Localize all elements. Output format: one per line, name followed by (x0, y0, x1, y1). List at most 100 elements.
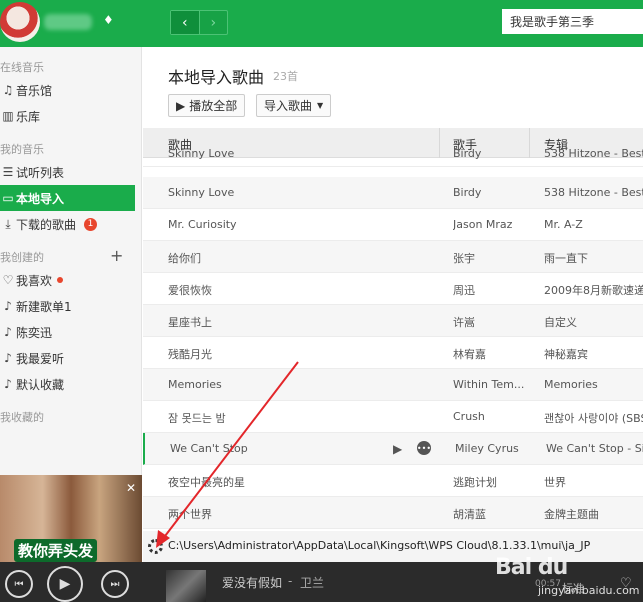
cell-artist: 胡清蓝 (453, 508, 486, 521)
username[interactable] (44, 14, 92, 30)
chevron-left-icon: ‹ (181, 14, 188, 31)
loading-spinner-icon (148, 539, 163, 554)
cell-song: 残酷月光 (168, 348, 212, 361)
sidebar-item-eason[interactable]: ♪ 陈奕迅 (0, 319, 135, 345)
watermark-site: jingyan.baidu.com (538, 584, 640, 597)
play-icon: ▶ (176, 98, 186, 113)
cell-album: 金牌主题曲 (544, 508, 599, 521)
sidebar-item-label: 下载的歌曲 (16, 217, 77, 232)
sidebar-item-music-hall[interactable]: ♫ 音乐馆 (0, 77, 135, 103)
cell-artist: 许嵩 (453, 316, 475, 329)
previous-icon: ⏮ (14, 578, 24, 590)
section-created: 我创建的 (0, 251, 44, 264)
sidebar-item-local-import[interactable]: ▭ 本地导入 (0, 185, 135, 211)
now-playing-artist[interactable]: 卫兰 (300, 574, 324, 591)
next-button[interactable]: ⏭ (101, 570, 129, 598)
table-row[interactable]: Memories Within Tem... Memories (143, 369, 643, 401)
baidu-watermark: Bai du (495, 555, 568, 580)
diamond-icon[interactable]: ♦ (103, 13, 114, 27)
list-icon: ☰ (2, 165, 14, 179)
table-row[interactable]: 星座书上 许嵩 自定义 (143, 305, 643, 337)
table-row[interactable]: Skinny Love Birdy 538 Hitzone - Best of (143, 177, 643, 209)
forward-button[interactable]: › (198, 11, 228, 34)
table-row[interactable]: 给你们 张宇 雨一直下 (143, 241, 643, 273)
cell-album: 538 Hitzone - Best of (544, 147, 643, 160)
cell-album: We Can't Stop - Sing (546, 442, 643, 455)
path-text: C:\Users\Administrator\AppData\Local\Kin… (168, 539, 591, 552)
row-play-icon[interactable]: ▶ (393, 442, 402, 456)
close-icon[interactable]: ✕ (126, 481, 136, 495)
status-path-bar: C:\Users\Administrator\AppData\Local\Kin… (143, 531, 643, 562)
sidebar-item-label: 音乐馆 (16, 83, 53, 98)
sidebar-item-label: 试听列表 (16, 165, 65, 180)
sidebar-item-library[interactable]: ▥ 乐库 (0, 103, 135, 129)
album-cover[interactable] (166, 570, 206, 602)
section-collected: 我收藏的 (0, 411, 44, 424)
cell-song: 爱很恢恢 (168, 284, 212, 297)
back-button[interactable]: ‹ (171, 11, 199, 34)
plus-icon[interactable]: + (110, 246, 123, 265)
cell-song: 给你们 (168, 252, 201, 265)
nav-buttons: ‹ › (170, 10, 228, 35)
table-row[interactable]: 残酷月光 林宥嘉 神秘嘉宾 (143, 337, 643, 369)
sidebar-item-label: 陈奕迅 (16, 325, 53, 340)
download-badge: 1 (84, 217, 98, 231)
section-online-music: 在线音乐 (0, 61, 44, 74)
play-all-button[interactable]: ▶ 播放全部 (168, 94, 246, 117)
library-icon: ▥ (2, 109, 14, 123)
row-more-icon[interactable]: ••• (417, 441, 431, 455)
ad-banner[interactable]: ✕ 教你弄头发 (0, 475, 142, 562)
import-songs-button[interactable]: 导入歌曲 ▼ (256, 94, 332, 117)
sidebar-item-most-loved[interactable]: ♪ 我最爱听 (0, 345, 135, 371)
cell-album: 雨一直下 (544, 252, 588, 265)
previous-button[interactable]: ⏮ (5, 570, 33, 598)
cell-artist: 逃跑计划 (453, 476, 497, 489)
cell-album: 괜찮아 사랑이야 (SBS (544, 412, 643, 425)
cell-album: 538 Hitzone - Best of (544, 186, 643, 199)
sidebar-item-preview-list[interactable]: ☰ 试听列表 (0, 159, 135, 185)
sidebar-item-playlist-1[interactable]: ♪ 新建歌单1 (0, 293, 135, 319)
cell-artist: Miley Cyrus (455, 442, 519, 455)
sidebar-item-label: 本地导入 (16, 191, 65, 206)
cell-song: Skinny Love (168, 147, 235, 160)
table-row[interactable]: 爱很恢恢 周迅 2009年8月新歌速递 (143, 273, 643, 305)
cell-song: Skinny Love (168, 186, 235, 199)
cell-artist: Jason Mraz (453, 218, 513, 231)
sidebar-item-label: 默认收藏 (16, 377, 65, 392)
new-dot (57, 277, 64, 283)
sidebar-item-favorites[interactable]: ♡ 我喜欢 (0, 267, 135, 293)
table-row[interactable]: Skinny Love Birdy 538 Hitzone - Best of (143, 145, 643, 167)
song-count: 23首 (273, 70, 298, 83)
note-icon: ♪ (4, 299, 12, 313)
table-row[interactable]: 两个世界 胡清蓝 金牌主题曲 (143, 497, 643, 529)
heart-icon: ♡ (2, 273, 14, 287)
sidebar-item-default-collection[interactable]: ♪ 默认收藏 (0, 371, 135, 397)
note-icon: ♪ (4, 325, 12, 339)
now-playing-title[interactable]: 爱没有假如 (222, 574, 282, 591)
cell-artist: Within Tem... (453, 378, 525, 391)
cell-song: Memories (168, 378, 222, 391)
next-icon: ⏭ (110, 578, 120, 590)
search-input[interactable] (502, 9, 643, 34)
top-bar: ♦ ‹ › (0, 0, 643, 47)
table-row[interactable]: 잠 못드는 밤 Crush 괜찮아 사랑이야 (SBS (143, 401, 643, 433)
caret-down-icon: ▼ (317, 101, 324, 110)
note-icon: ♪ (4, 351, 12, 365)
table-row[interactable]: We Can't Stop Miley Cyrus We Can't Stop - … (143, 433, 643, 465)
sidebar-item-downloads[interactable]: ⤓ 下载的歌曲 1 (0, 211, 135, 237)
sidebar-item-label: 我最爱听 (16, 351, 65, 366)
cell-song: We Can't Stop (170, 442, 248, 455)
cell-album: 2009年8月新歌速递 (544, 284, 643, 297)
table-row[interactable]: 夜空中最亮的星 逃跑计划 世界 (143, 465, 643, 497)
cell-album: 自定义 (544, 316, 577, 329)
avatar[interactable] (0, 2, 40, 42)
cell-song: 夜空中最亮的星 (168, 476, 245, 489)
sidebar-item-label: 我喜欢 (16, 273, 53, 288)
cell-artist: Birdy (453, 147, 482, 160)
page-title: 本地导入歌曲 (168, 68, 265, 87)
table-row[interactable]: Mr. Curiosity Jason Mraz Mr. A-Z (143, 209, 643, 241)
play-button[interactable]: ▶ (47, 566, 83, 602)
title-separator: - (288, 574, 293, 588)
note-icon: ♪ (4, 377, 12, 391)
sidebar-item-label: 乐库 (16, 109, 41, 124)
